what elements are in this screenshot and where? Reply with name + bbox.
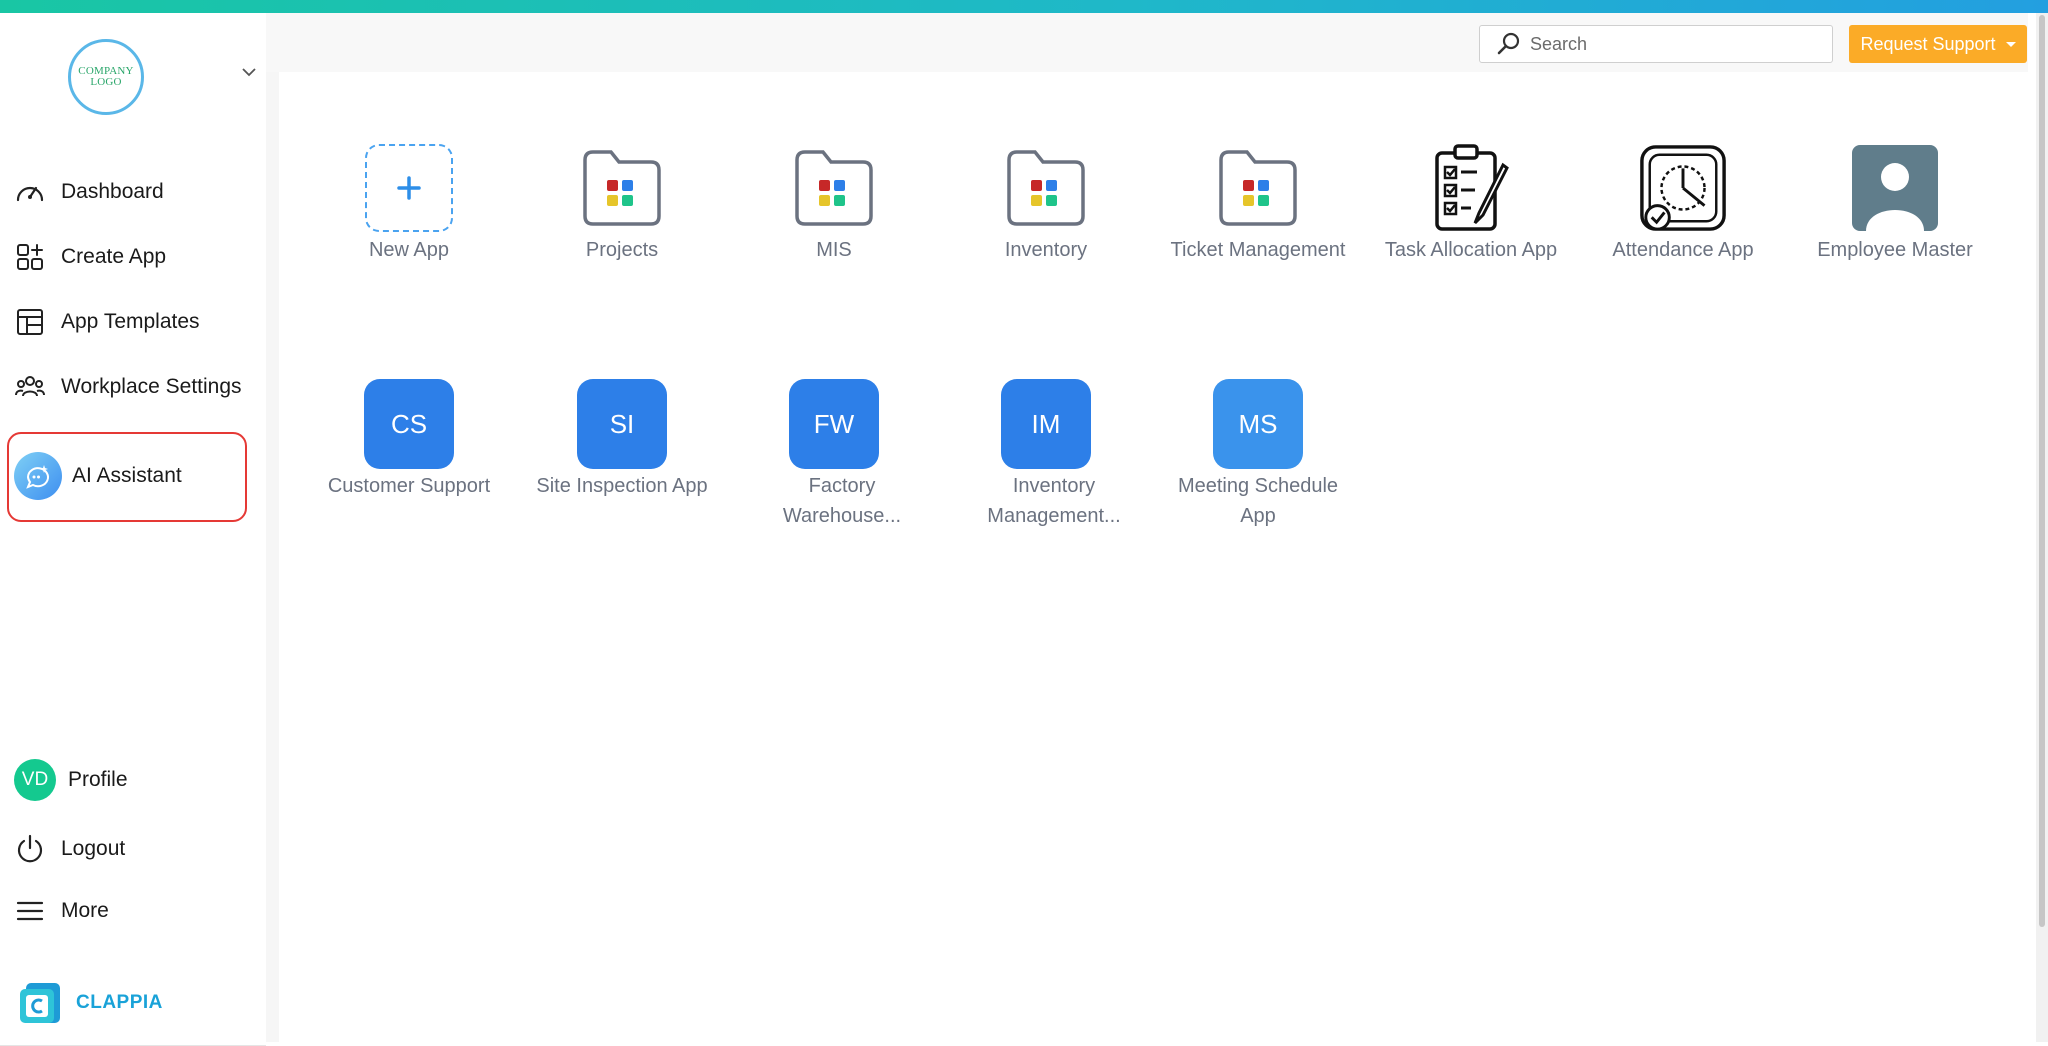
app-label: Site Inspection App: [536, 475, 708, 497]
search-placeholder: Search: [1530, 33, 1588, 54]
sidebar-item-app-templates[interactable]: App Templates: [14, 300, 200, 344]
app-label: Factory Warehouse...: [782, 475, 902, 527]
request-support-label: Request Support: [1860, 33, 1996, 54]
search-icon: [1497, 32, 1520, 55]
top-accent-bar: [0, 0, 2048, 13]
sidebar-item-more[interactable]: More: [14, 889, 109, 933]
app-tile-ticket-management[interactable]: Ticket Management: [1168, 143, 1348, 265]
app-label: Ticket Management: [1170, 239, 1346, 261]
app-label: Meeting Schedule App: [1177, 475, 1339, 527]
scrollbar-thumb[interactable]: [2039, 15, 2045, 927]
app-label: Projects: [585, 239, 659, 261]
app-tile-task-allocation[interactable]: Task Allocation App: [1381, 143, 1561, 265]
grid-plus-icon: [14, 241, 46, 273]
main-left-band: [266, 72, 279, 1042]
sidebar-item-label: More: [61, 899, 109, 922]
app-label: Inventory: [1004, 239, 1088, 261]
request-support-button[interactable]: Request Support: [1849, 25, 2027, 63]
app-initials-icon: FW: [789, 379, 879, 469]
app-label: Employee Master: [1817, 239, 1973, 261]
app-tile-mis[interactable]: MIS: [744, 143, 924, 265]
sidebar-item-label: Workplace Settings: [61, 375, 242, 398]
app-tile-projects[interactable]: Projects: [532, 143, 712, 265]
app-initials-icon: MS: [1213, 379, 1303, 469]
sidebar-item-ai-assistant[interactable]: AI Assistant: [14, 451, 182, 501]
app-tile-customer-support[interactable]: CS Customer Support: [319, 379, 499, 501]
logo-text-line2: LOGO: [90, 76, 122, 88]
folder-apps-icon: [1007, 150, 1085, 226]
plus-icon: [365, 144, 453, 232]
ai-chat-icon: [14, 452, 62, 500]
app-tile-inventory-management[interactable]: IM Inventory Management...: [956, 379, 1136, 531]
sidebar-item-label: Dashboard: [61, 180, 164, 203]
folder-apps-icon: [795, 150, 873, 226]
app-initials-icon: IM: [1001, 379, 1091, 469]
brand[interactable]: CLAPPIA: [18, 981, 163, 1025]
folder-apps-icon: [583, 150, 661, 226]
clappia-logo-icon: [20, 983, 60, 1023]
sidebar-item-label: Create App: [61, 245, 167, 268]
app-initials-icon: SI: [577, 379, 667, 469]
app-tile-employee-master[interactable]: Employee Master: [1805, 143, 1985, 265]
app-tile-site-inspection[interactable]: SI Site Inspection App: [532, 379, 712, 501]
sidebar-item-label: AI Assistant: [72, 464, 182, 487]
clipboard-checklist-icon: [1435, 144, 1509, 231]
app-label: New App: [368, 239, 450, 261]
layout-template-icon: [14, 306, 46, 338]
app-tile-attendance[interactable]: Attendance App: [1593, 143, 1773, 265]
app-tile-factory-warehouse[interactable]: FW Factory Warehouse...: [744, 379, 924, 531]
clock-check-icon: [1640, 145, 1726, 231]
sidebar-item-workplace-settings[interactable]: Workplace Settings: [14, 365, 242, 409]
sidebar-item-logout[interactable]: Logout: [14, 827, 125, 871]
person-icon: [1852, 145, 1938, 231]
app-label: Customer Support: [327, 475, 491, 497]
power-icon: [14, 833, 46, 865]
company-logo[interactable]: COMPANY LOGO: [68, 39, 144, 115]
app-label: Attendance App: [1612, 239, 1754, 261]
avatar: VD: [14, 759, 56, 801]
users-group-icon: [14, 371, 46, 403]
sidebar-item-dashboard[interactable]: Dashboard: [14, 170, 164, 214]
folder-apps-icon: [1219, 150, 1297, 226]
app-label: Inventory Management...: [987, 475, 1121, 527]
sidebar-item-profile[interactable]: VD Profile: [14, 758, 128, 802]
sidebar-item-label: Logout: [61, 837, 126, 860]
gauge-icon: [14, 176, 46, 208]
menu-icon: [14, 895, 46, 927]
app-tile-meeting-schedule[interactable]: MS Meeting Schedule App: [1168, 379, 1348, 531]
app-initials-icon: CS: [364, 379, 454, 469]
search-input[interactable]: Search: [1479, 25, 1833, 63]
sidebar: COMPANY LOGO Dashboard Create App App Te…: [0, 13, 267, 1046]
brand-name: CLAPPIA: [76, 992, 163, 1013]
chevron-down-icon[interactable]: [240, 63, 258, 81]
caret-down-icon: [2005, 41, 2016, 47]
sidebar-item-label: App Templates: [61, 310, 200, 333]
app-label: MIS: [816, 239, 852, 261]
sidebar-item-label: Profile: [68, 768, 128, 791]
app-tile-inventory[interactable]: Inventory: [956, 143, 1136, 265]
app-label: Task Allocation App: [1384, 239, 1558, 261]
app-tile-new-app[interactable]: New App: [319, 143, 499, 265]
sidebar-item-create-app[interactable]: Create App: [14, 235, 166, 279]
